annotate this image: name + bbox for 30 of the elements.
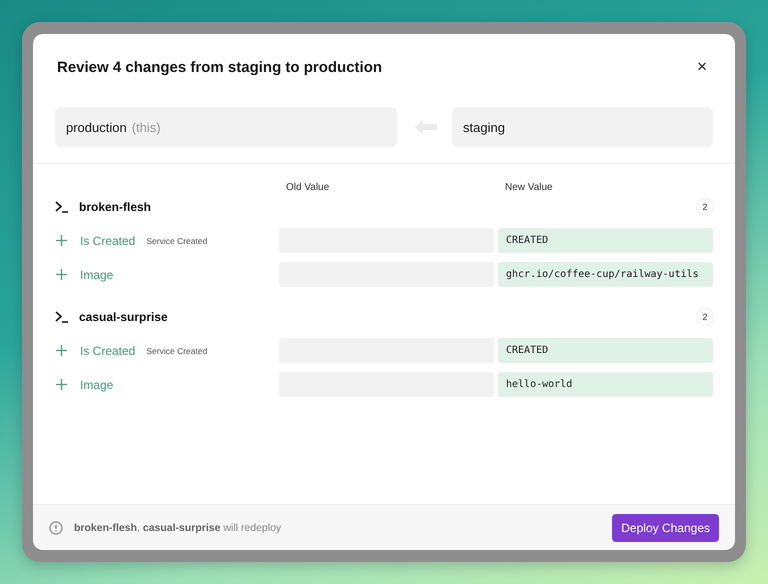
environment-name: production (66, 120, 127, 134)
dialog-title: Review 4 changes from staging to production (57, 58, 382, 76)
close-button[interactable]: × (693, 57, 711, 77)
plus-icon (56, 379, 67, 390)
plus-icon (56, 345, 67, 356)
environment-note: (this) (132, 120, 161, 134)
change-label: Image (80, 268, 114, 282)
service-name: broken-flesh (79, 200, 152, 214)
deploy-changes-button[interactable]: Deploy Changes (612, 514, 719, 542)
service-name: casual-surprise (79, 310, 169, 324)
change-count: 2 (696, 308, 714, 326)
change-note: Service Created (146, 236, 208, 246)
new-value-cell: CREATED (498, 338, 713, 363)
change-note: Service Created (146, 346, 208, 356)
terminal-icon (55, 201, 69, 213)
plus-icon (56, 235, 67, 246)
environment-name: staging (463, 120, 505, 134)
new-value-cell: hello-world (498, 372, 713, 397)
change-count: 2 (696, 198, 714, 216)
column-header: New Value (504, 182, 554, 193)
terminal-icon (55, 311, 69, 323)
change-label: Image (80, 378, 114, 392)
change-label: Is Created (80, 234, 136, 248)
column-header: Old Value (285, 182, 330, 193)
plus-icon (56, 269, 67, 280)
new-value-cell: CREATED (498, 228, 713, 253)
change-label: Is Created (80, 344, 136, 358)
redeploy-message: broken-flesh, casual-surprise will redeploy (74, 522, 282, 534)
new-value-cell: ghcr.io/coffee-cup/railway-utils (498, 262, 713, 287)
info-icon (49, 520, 63, 534)
